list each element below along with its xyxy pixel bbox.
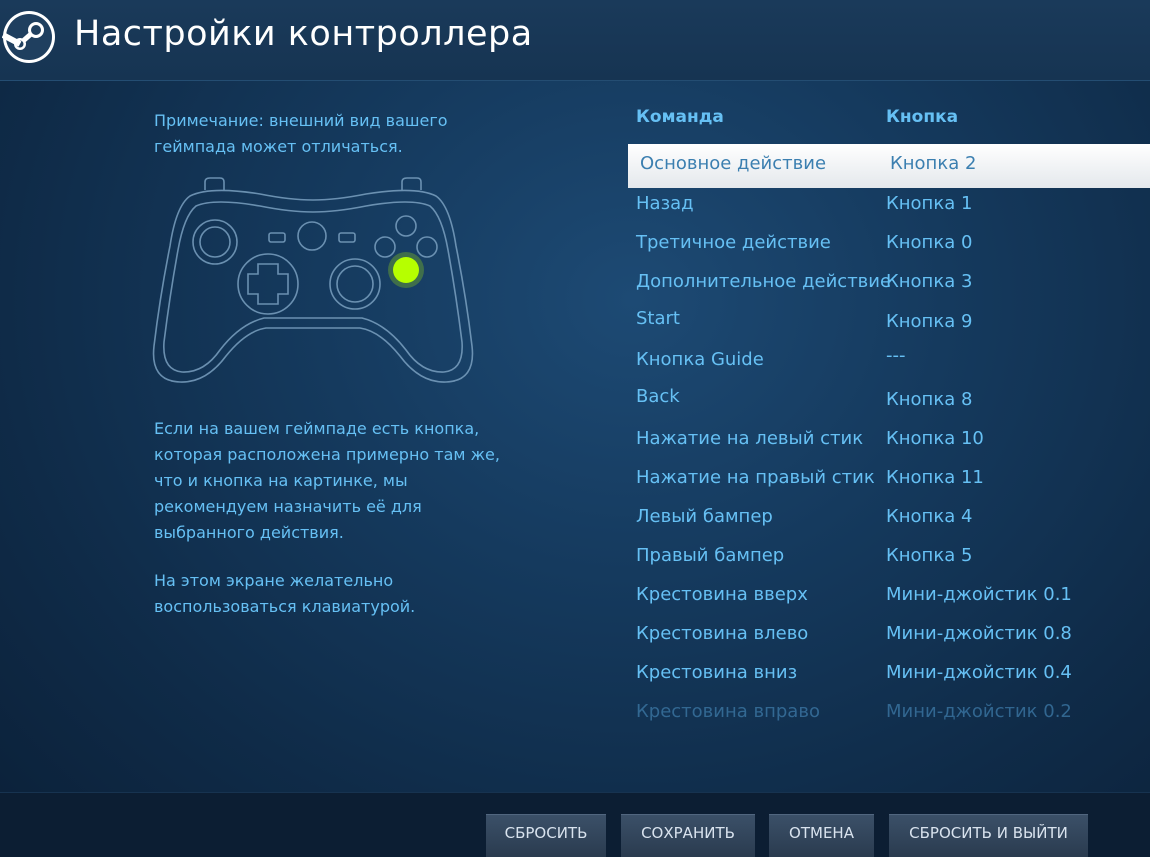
- title-bar: Настройки контроллера: [0, 0, 1150, 81]
- mapping-button: Кнопка 3: [886, 271, 973, 292]
- mapping-button: Кнопка 8: [886, 389, 973, 410]
- steam-logo-icon: [2, 11, 55, 63]
- mapping-command: Start: [636, 308, 680, 329]
- mapping-row-primary-action[interactable]: Основное действие Кнопка 2: [628, 144, 1150, 188]
- hint-text: Если на вашем геймпаде есть кнопка, кото…: [154, 416, 504, 642]
- mapping-row-back[interactable]: Назад Кнопка 1: [636, 189, 1150, 223]
- mapping-button: Кнопка 2: [890, 153, 977, 174]
- mapping-row-right-stick-click[interactable]: Нажатие на правый стик Кнопка 11: [636, 463, 1150, 497]
- mapping-command: Крестовина влево: [636, 623, 809, 644]
- mapping-command: Крестовина вверх: [636, 584, 808, 605]
- reset-button[interactable]: СБРОСИТЬ: [486, 814, 606, 857]
- mapping-command: Нажатие на левый стик: [636, 428, 864, 449]
- mapping-row-guide[interactable]: Кнопка Guide ---: [636, 345, 1150, 379]
- mapping-button: Кнопка 1: [886, 193, 973, 214]
- appearance-note: Примечание: внешний вид вашего геймпада …: [154, 111, 448, 156]
- mapping-command: Нажатие на правый стик: [636, 467, 875, 488]
- reset-and-exit-button[interactable]: СБРОСИТЬ И ВЫЙТИ: [889, 814, 1088, 857]
- mapping-button: ---: [886, 345, 906, 366]
- gamepad-illustration: [152, 177, 474, 383]
- save-button[interactable]: СОХРАНИТЬ: [621, 814, 755, 857]
- mapping-command: Крестовина вниз: [636, 662, 798, 683]
- highlighted-button-indicator: [393, 257, 419, 283]
- mapping-row-left-stick-click[interactable]: Нажатие на левый стик Кнопка 10: [636, 424, 1150, 458]
- column-header-button: Кнопка: [886, 107, 959, 127]
- mapping-row-secondary-action[interactable]: Дополнительное действие Кнопка 3: [636, 267, 1150, 301]
- mapping-command: Кнопка Guide: [636, 349, 764, 370]
- mapping-command: Правый бампер: [636, 545, 785, 566]
- mapping-button: Кнопка 5: [886, 545, 973, 566]
- mapping-command: Назад: [636, 193, 694, 214]
- mapping-button: Мини-джойстик 0.4: [886, 662, 1072, 683]
- hint-paragraph-1: Если на вашем геймпаде есть кнопка, кото…: [154, 419, 500, 542]
- mapping-command: Левый бампер: [636, 506, 773, 527]
- mapping-row-left-bumper[interactable]: Левый бампер Кнопка 4: [636, 502, 1150, 536]
- mapping-command: Крестовина вправо: [636, 701, 820, 722]
- mapping-row-dpad-right[interactable]: Крестовина вправо Мини-джойстик 0.2: [636, 697, 1150, 731]
- page-title: Настройки контроллера: [74, 14, 533, 54]
- mapping-row-tertiary-action[interactable]: Третичное действие Кнопка 0: [636, 228, 1150, 262]
- mapping-command: Третичное действие: [636, 232, 831, 253]
- mapping-command: Back: [636, 386, 680, 407]
- mapping-button: Мини-джойстик 0.8: [886, 623, 1072, 644]
- mapping-button: Кнопка 11: [886, 467, 984, 488]
- mapping-row-back-button[interactable]: Back Кнопка 8: [636, 382, 1150, 416]
- mapping-button: Кнопка 4: [886, 506, 973, 527]
- mapping-button: Кнопка 0: [886, 232, 973, 253]
- mapping-button: Мини-джойстик 0.1: [886, 584, 1072, 605]
- mapping-command: Дополнительное действие: [636, 271, 892, 292]
- column-header-command: Команда: [636, 107, 724, 127]
- mapping-command: Основное действие: [640, 153, 827, 174]
- cancel-button[interactable]: ОТМЕНА: [769, 814, 874, 857]
- mapping-button: Мини-джойстик 0.2: [886, 701, 1072, 722]
- mapping-row-dpad-left[interactable]: Крестовина влево Мини-джойстик 0.8: [636, 619, 1150, 653]
- mapping-row-right-bumper[interactable]: Правый бампер Кнопка 5: [636, 541, 1150, 575]
- mapping-button: Кнопка 10: [886, 428, 984, 449]
- mapping-row-dpad-up[interactable]: Крестовина вверх Мини-джойстик 0.1: [636, 580, 1150, 614]
- mapping-row-dpad-down[interactable]: Крестовина вниз Мини-джойстик 0.4: [636, 658, 1150, 692]
- mapping-row-start[interactable]: Start Кнопка 9: [636, 304, 1150, 338]
- mapping-button: Кнопка 9: [886, 311, 973, 332]
- hint-paragraph-2: На этом экране желательно воспользоватьс…: [154, 571, 416, 616]
